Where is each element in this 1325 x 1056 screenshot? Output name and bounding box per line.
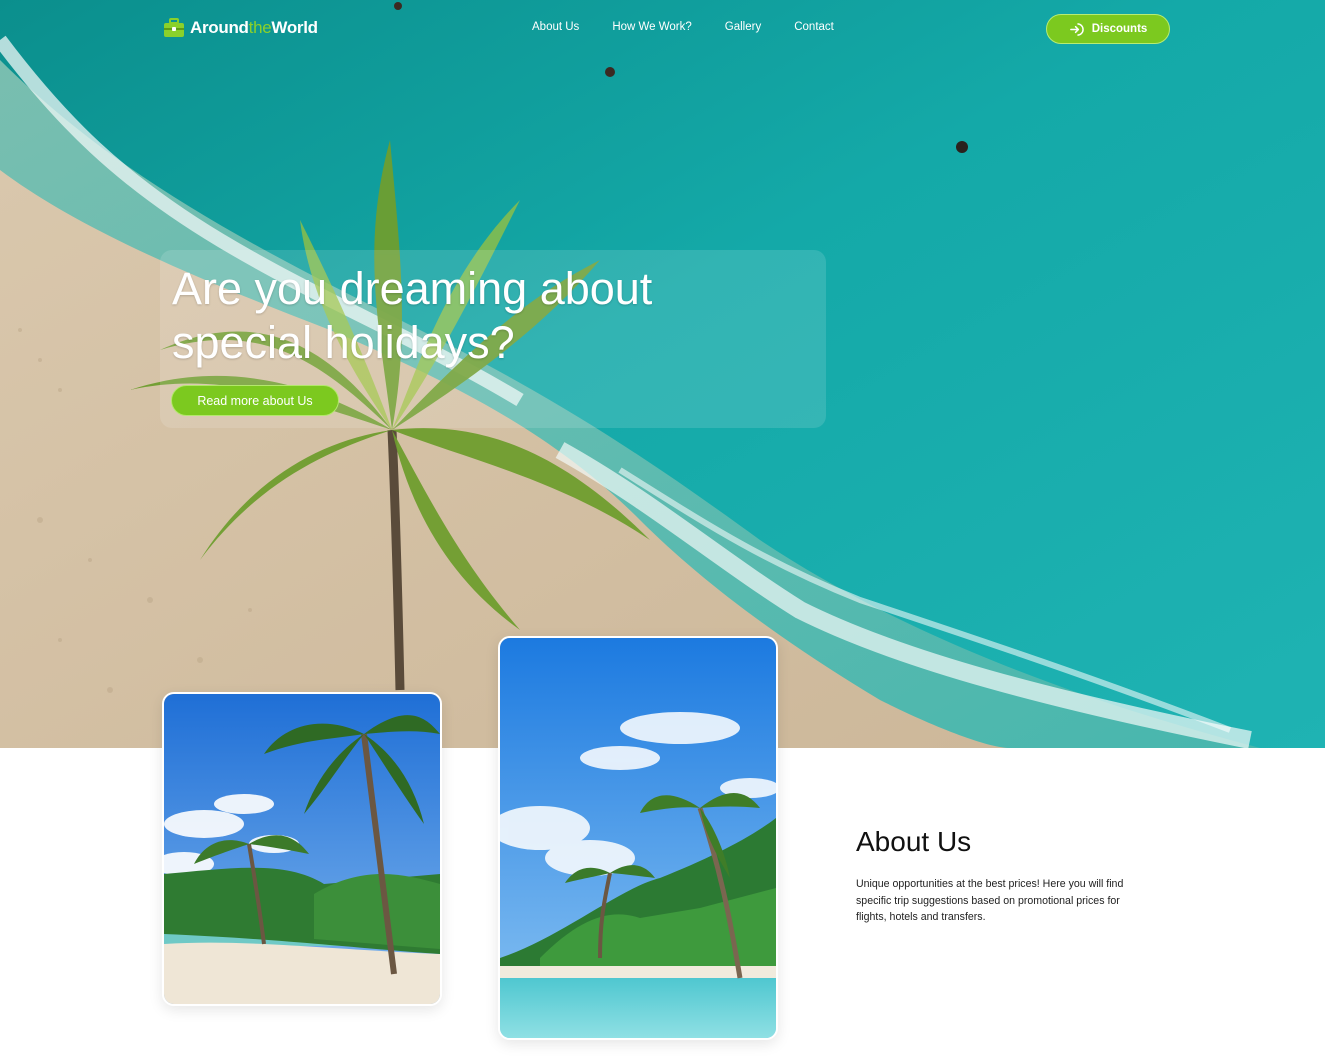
- hero-title: Are you dreaming about special holidays?: [172, 262, 732, 370]
- read-more-button[interactable]: Read more about Us: [171, 385, 339, 416]
- brand-logo[interactable]: AroundtheWorld: [163, 16, 318, 40]
- nav-link-contact[interactable]: Contact: [794, 21, 834, 33]
- hero-title-line-1: Are you dreaming about: [172, 263, 653, 314]
- beach-photo-1-image: [164, 694, 440, 1004]
- beach-photo-1: [162, 692, 442, 1006]
- hero-title-line-2: special holidays?: [172, 317, 515, 368]
- discounts-button-label: Discounts: [1091, 23, 1148, 35]
- nav-link-how-we-work[interactable]: How We Work?: [612, 21, 691, 33]
- discounts-button[interactable]: Discounts: [1046, 14, 1170, 44]
- suitcase-icon: [164, 18, 184, 37]
- about-us-description: Unique opportunities at the best prices!…: [856, 878, 1124, 923]
- nav-link-about-us[interactable]: About Us: [532, 21, 579, 33]
- nav-link-gallery[interactable]: Gallery: [725, 21, 761, 33]
- beach-photo-2-image: [500, 638, 776, 1038]
- beach-photo-2: [498, 636, 778, 1040]
- nav-links: About Us How We Work? Gallery Contact: [532, 21, 867, 33]
- brand-name: AroundtheWorld: [190, 18, 318, 37]
- login-arrow-icon: [1069, 22, 1084, 36]
- about-us-title: About Us: [856, 826, 972, 857]
- top-navigation: AroundtheWorld About Us How We Work? Gal…: [0, 0, 1325, 58]
